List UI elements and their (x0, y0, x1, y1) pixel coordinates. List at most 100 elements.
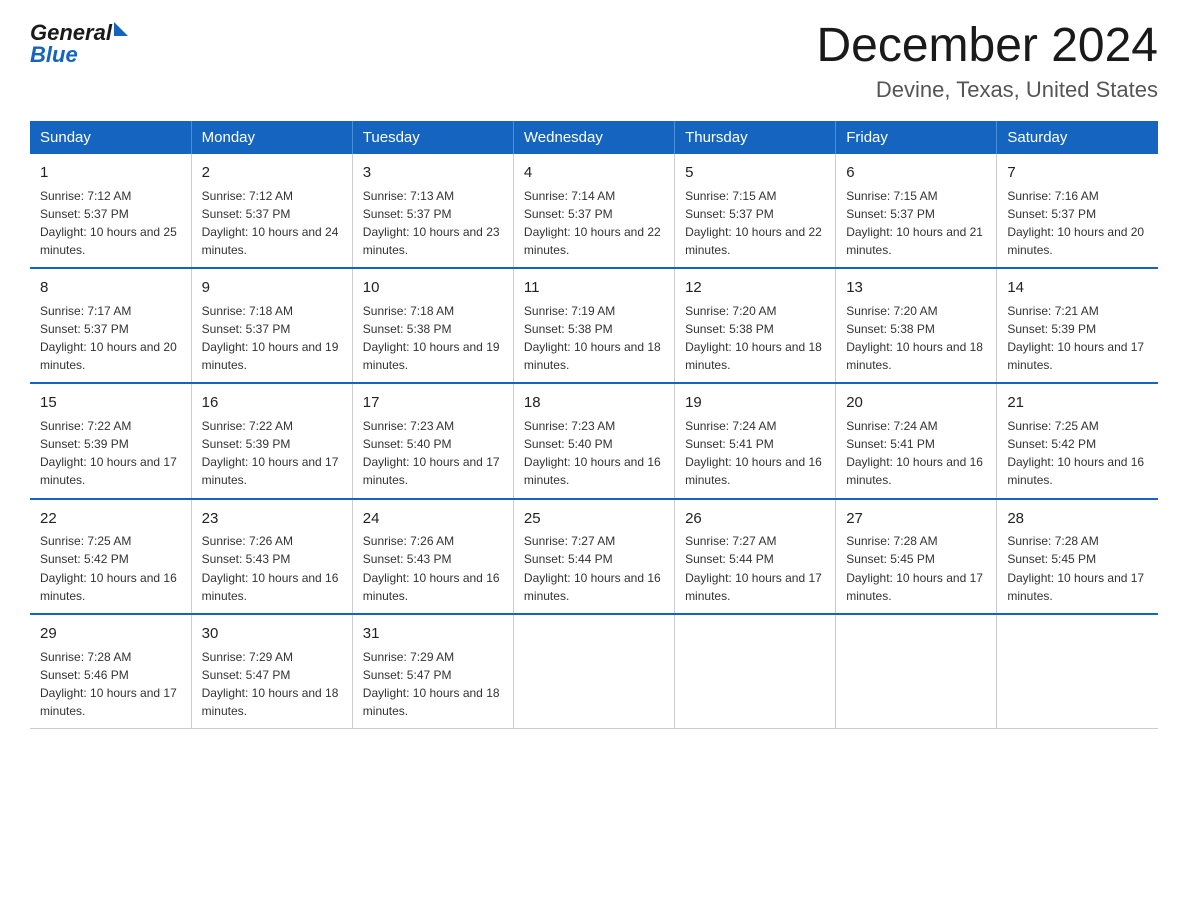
calendar-cell: 10Sunrise: 7:18 AMSunset: 5:38 PMDayligh… (352, 268, 513, 383)
calendar-cell: 25 Sunrise: 7:27 AMSunset: 5:44 PMDayligh… (513, 499, 674, 614)
day-info: Sunrise: 7:27 AMSunset: 5:44 PMDaylight:… (524, 534, 661, 602)
day-info: Sunrise: 7:16 AMSunset: 5:37 PMDaylight:… (1007, 189, 1144, 257)
day-info: Sunrise: 7:25 AMSunset: 5:42 PMDaylight:… (40, 534, 177, 602)
day-info: Sunrise: 7:22 AMSunset: 5:39 PMDaylight:… (202, 419, 339, 487)
day-number: 29 (40, 623, 181, 645)
weekday-header-row: SundayMondayTuesdayWednesdayThursdayFrid… (30, 121, 1158, 154)
calendar-cell (836, 614, 997, 729)
day-info: Sunrise: 7:18 AMSunset: 5:37 PMDaylight:… (202, 304, 339, 372)
calendar-cell: 2 Sunrise: 7:12 AMSunset: 5:37 PMDaylight… (191, 154, 352, 268)
calendar-cell: 11 Sunrise: 7:19 AMSunset: 5:38 PMDayligh… (513, 268, 674, 383)
calendar-cell: 24 Sunrise: 7:26 AMSunset: 5:43 PMDayligh… (352, 499, 513, 614)
day-info: Sunrise: 7:12 AMSunset: 5:37 PMDaylight:… (202, 189, 339, 257)
day-number: 9 (202, 277, 342, 299)
day-number: 5 (685, 162, 825, 184)
calendar-table: SundayMondayTuesdayWednesdayThursdayFrid… (30, 121, 1158, 729)
day-number: 23 (202, 508, 342, 530)
calendar-cell: 6Sunrise: 7:15 AMSunset: 5:37 PMDaylight… (836, 154, 997, 268)
calendar-cell: 21 Sunrise: 7:25 AMSunset: 5:42 PMDayligh… (997, 383, 1158, 498)
day-number: 28 (1007, 508, 1148, 530)
calendar-cell: 3 Sunrise: 7:13 AMSunset: 5:37 PMDaylight… (352, 154, 513, 268)
calendar-cell: 26 Sunrise: 7:27 AMSunset: 5:44 PMDayligh… (675, 499, 836, 614)
day-info: Sunrise: 7:23 AMSunset: 5:40 PMDaylight:… (524, 419, 661, 487)
day-number: 17 (363, 392, 503, 414)
calendar-cell: 15 Sunrise: 7:22 AMSunset: 5:39 PMDayligh… (30, 383, 191, 498)
calendar-cell (997, 614, 1158, 729)
day-info: Sunrise: 7:15 AMSunset: 5:37 PMDaylight:… (846, 189, 983, 257)
calendar-cell: 14 Sunrise: 7:21 AMSunset: 5:39 PMDayligh… (997, 268, 1158, 383)
day-info: Sunrise: 7:28 AMSunset: 5:45 PMDaylight:… (846, 534, 983, 602)
calendar-cell: 29 Sunrise: 7:28 AMSunset: 5:46 PMDayligh… (30, 614, 191, 729)
day-number: 20 (846, 392, 986, 414)
weekday-header-sunday: Sunday (30, 121, 191, 154)
day-number: 14 (1007, 277, 1148, 299)
day-info: Sunrise: 7:15 AMSunset: 5:37 PMDaylight:… (685, 189, 822, 257)
day-number: 7 (1007, 162, 1148, 184)
logo-arrow-icon (114, 22, 128, 36)
day-info: Sunrise: 7:24 AMSunset: 5:41 PMDaylight:… (846, 419, 983, 487)
calendar-week-row: 29 Sunrise: 7:28 AMSunset: 5:46 PMDayligh… (30, 614, 1158, 729)
calendar-cell: 16 Sunrise: 7:22 AMSunset: 5:39 PMDayligh… (191, 383, 352, 498)
day-number: 31 (363, 623, 503, 645)
day-number: 22 (40, 508, 181, 530)
day-number: 3 (363, 162, 503, 184)
calendar-cell: 18Sunrise: 7:23 AMSunset: 5:40 PMDayligh… (513, 383, 674, 498)
day-info: Sunrise: 7:21 AMSunset: 5:39 PMDaylight:… (1007, 304, 1144, 372)
calendar-cell: 13 Sunrise: 7:20 AMSunset: 5:38 PMDayligh… (836, 268, 997, 383)
calendar-cell: 17Sunrise: 7:23 AMSunset: 5:40 PMDayligh… (352, 383, 513, 498)
calendar-cell: 12 Sunrise: 7:20 AMSunset: 5:38 PMDayligh… (675, 268, 836, 383)
day-number: 2 (202, 162, 342, 184)
calendar-cell: 27 Sunrise: 7:28 AMSunset: 5:45 PMDayligh… (836, 499, 997, 614)
day-number: 15 (40, 392, 181, 414)
weekday-header-tuesday: Tuesday (352, 121, 513, 154)
logo: General Blue (30, 20, 128, 68)
weekday-header-wednesday: Wednesday (513, 121, 674, 154)
day-number: 25 (524, 508, 664, 530)
day-info: Sunrise: 7:26 AMSunset: 5:43 PMDaylight:… (202, 534, 339, 602)
day-info: Sunrise: 7:27 AMSunset: 5:44 PMDaylight:… (685, 534, 822, 602)
day-info: Sunrise: 7:13 AMSunset: 5:37 PMDaylight:… (363, 189, 500, 257)
day-info: Sunrise: 7:29 AMSunset: 5:47 PMDaylight:… (363, 650, 500, 718)
calendar-cell: 4Sunrise: 7:14 AMSunset: 5:37 PMDaylight… (513, 154, 674, 268)
calendar-cell (675, 614, 836, 729)
day-info: Sunrise: 7:26 AMSunset: 5:43 PMDaylight:… (363, 534, 500, 602)
calendar-cell: 22 Sunrise: 7:25 AMSunset: 5:42 PMDayligh… (30, 499, 191, 614)
day-info: Sunrise: 7:25 AMSunset: 5:42 PMDaylight:… (1007, 419, 1144, 487)
calendar-week-row: 1 Sunrise: 7:12 AMSunset: 5:37 PMDaylight… (30, 154, 1158, 268)
day-info: Sunrise: 7:20 AMSunset: 5:38 PMDaylight:… (846, 304, 983, 372)
calendar-cell: 31 Sunrise: 7:29 AMSunset: 5:47 PMDayligh… (352, 614, 513, 729)
day-info: Sunrise: 7:18 AMSunset: 5:38 PMDaylight:… (363, 304, 500, 372)
day-info: Sunrise: 7:19 AMSunset: 5:38 PMDaylight:… (524, 304, 661, 372)
day-number: 19 (685, 392, 825, 414)
day-info: Sunrise: 7:20 AMSunset: 5:38 PMDaylight:… (685, 304, 822, 372)
calendar-cell: 5 Sunrise: 7:15 AMSunset: 5:37 PMDaylight… (675, 154, 836, 268)
day-number: 21 (1007, 392, 1148, 414)
calendar-cell: 23 Sunrise: 7:26 AMSunset: 5:43 PMDayligh… (191, 499, 352, 614)
weekday-header-saturday: Saturday (997, 121, 1158, 154)
day-info: Sunrise: 7:22 AMSunset: 5:39 PMDaylight:… (40, 419, 177, 487)
day-info: Sunrise: 7:29 AMSunset: 5:47 PMDaylight:… (202, 650, 339, 718)
calendar-cell: 19Sunrise: 7:24 AMSunset: 5:41 PMDayligh… (675, 383, 836, 498)
day-number: 24 (363, 508, 503, 530)
calendar-cell: 28Sunrise: 7:28 AMSunset: 5:45 PMDayligh… (997, 499, 1158, 614)
day-number: 13 (846, 277, 986, 299)
calendar-week-row: 15 Sunrise: 7:22 AMSunset: 5:39 PMDayligh… (30, 383, 1158, 498)
day-number: 27 (846, 508, 986, 530)
day-number: 12 (685, 277, 825, 299)
header: General Blue December 2024 Devine, Texas… (30, 20, 1158, 103)
day-number: 16 (202, 392, 342, 414)
calendar-cell: 30 Sunrise: 7:29 AMSunset: 5:47 PMDayligh… (191, 614, 352, 729)
day-number: 30 (202, 623, 342, 645)
day-number: 26 (685, 508, 825, 530)
day-info: Sunrise: 7:12 AMSunset: 5:37 PMDaylight:… (40, 189, 177, 257)
day-number: 1 (40, 162, 181, 184)
calendar-week-row: 8Sunrise: 7:17 AMSunset: 5:37 PMDaylight… (30, 268, 1158, 383)
calendar-cell: 8Sunrise: 7:17 AMSunset: 5:37 PMDaylight… (30, 268, 191, 383)
day-info: Sunrise: 7:28 AMSunset: 5:46 PMDaylight:… (40, 650, 177, 718)
day-info: Sunrise: 7:14 AMSunset: 5:37 PMDaylight:… (524, 189, 661, 257)
calendar-cell: 7 Sunrise: 7:16 AMSunset: 5:37 PMDaylight… (997, 154, 1158, 268)
calendar-cell (513, 614, 674, 729)
day-number: 8 (40, 277, 181, 299)
title-area: December 2024 Devine, Texas, United Stat… (816, 20, 1158, 103)
day-number: 11 (524, 277, 664, 299)
